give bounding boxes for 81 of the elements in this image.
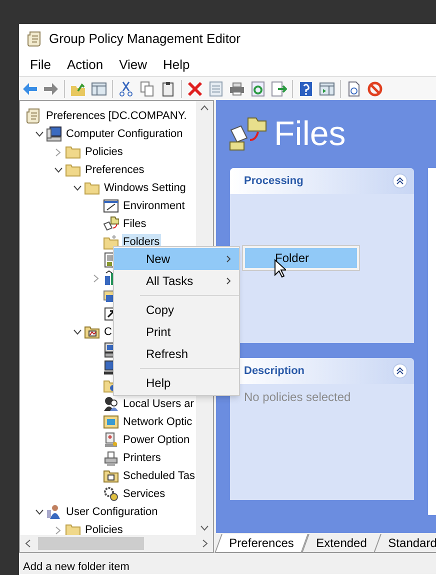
tree-item[interactable]: Policies (84, 522, 124, 538)
tree-item[interactable]: Environment (122, 198, 186, 214)
scroll-right-icon[interactable] (202, 539, 208, 548)
menu-item[interactable]: Help (114, 372, 239, 394)
help-icon[interactable] (298, 80, 314, 96)
forward-arrow-icon[interactable] (43, 80, 59, 96)
tree-item[interactable]: Preferences (84, 162, 146, 178)
expand-chevron-icon[interactable] (93, 274, 99, 282)
computer-icon (46, 126, 62, 142)
menu-item[interactable]: Refresh (114, 343, 239, 365)
gears-icon (103, 486, 119, 502)
printer-icon[interactable] (229, 80, 245, 96)
scroll-left-icon[interactable] (25, 539, 31, 548)
scroll-down-icon[interactable] (200, 525, 209, 531)
tree-item[interactable]: Power Option (122, 432, 191, 448)
collapse-icon[interactable] (392, 363, 408, 379)
window-icon (103, 198, 119, 214)
menu-item[interactable]: Action (60, 55, 110, 75)
menu-item[interactable]: View (112, 55, 154, 75)
expand-chevron-icon[interactable] (55, 148, 61, 156)
folder-icon (84, 324, 100, 340)
printer-icon (103, 450, 119, 466)
menu-item[interactable]: Print (114, 321, 239, 343)
status-text: Add a new folder item (23, 561, 130, 574)
menu-item[interactable]: File (23, 55, 58, 75)
document-icon[interactable] (346, 80, 362, 96)
users-icon (103, 396, 119, 412)
copy-icon[interactable] (139, 80, 155, 96)
collapse-chevron-icon[interactable] (54, 167, 62, 173)
horizontal-scrollbar[interactable] (20, 535, 213, 552)
user-icon (46, 504, 62, 520)
menu-item[interactable]: Copy (114, 299, 239, 321)
content-title: Files (274, 117, 346, 151)
tree-item[interactable]: Windows Setting (103, 180, 187, 196)
tree-item[interactable]: Printers (122, 450, 162, 466)
scroll-up-icon[interactable] (200, 105, 209, 111)
panel-title: Processing (244, 174, 304, 189)
calendar-icon (103, 468, 119, 484)
menu-item[interactable]: Folder (245, 248, 357, 268)
folder-up-icon[interactable] (70, 80, 86, 96)
scroll-icon (26, 108, 42, 124)
panel-text: No policies selected (243, 389, 352, 406)
properties-icon[interactable] (208, 80, 224, 96)
tree-item[interactable]: Preferences [DC.COMPANY. (45, 108, 188, 124)
expand-chevron-icon[interactable] (55, 526, 61, 534)
power-icon (103, 432, 119, 448)
collapse-icon[interactable] (392, 173, 408, 189)
folder-icon (84, 180, 100, 196)
panel-title: Description (244, 364, 305, 379)
tab[interactable]: Extended (301, 534, 381, 553)
files-icon (103, 216, 119, 232)
menu-item[interactable]: All Tasks (114, 270, 239, 292)
tree-item[interactable]: Services (122, 486, 166, 502)
collapse-chevron-icon[interactable] (34, 131, 44, 137)
pane-icon[interactable] (91, 80, 107, 96)
tab[interactable]: Preferences (214, 534, 308, 553)
collapse-chevron-icon[interactable] (72, 185, 82, 191)
delete-icon[interactable] (187, 80, 203, 96)
menu-item[interactable]: Help (156, 55, 197, 75)
tree-item[interactable]: Network Optic (122, 414, 194, 430)
collapse-chevron-icon[interactable] (72, 329, 82, 335)
clipboard-icon[interactable] (160, 80, 176, 96)
tree-item[interactable]: Policies (84, 144, 124, 160)
block-icon[interactable] (367, 80, 383, 96)
window-title: Group Policy Management Editor (49, 30, 240, 48)
scroll-icon (27, 31, 41, 47)
pane-icon[interactable] (319, 80, 335, 96)
scissors-icon[interactable] (118, 80, 134, 96)
tree-item[interactable]: Computer Configuration (65, 126, 184, 142)
tree-item[interactable]: Local Users ar (122, 396, 195, 412)
tree-item[interactable]: User Configuration (65, 504, 159, 520)
tree-item[interactable]: C (103, 324, 113, 340)
back-arrow-icon[interactable] (22, 80, 38, 96)
tree-item[interactable]: Scheduled Tas (122, 468, 196, 484)
scrollbar-thumb[interactable] (38, 537, 144, 550)
tree-item[interactable]: Files (122, 216, 148, 232)
menu-item[interactable]: New (114, 248, 239, 270)
export-icon[interactable] (271, 80, 287, 96)
collapse-chevron-icon[interactable] (34, 509, 44, 515)
folder-icon (65, 162, 81, 178)
folder-icon (65, 144, 81, 160)
